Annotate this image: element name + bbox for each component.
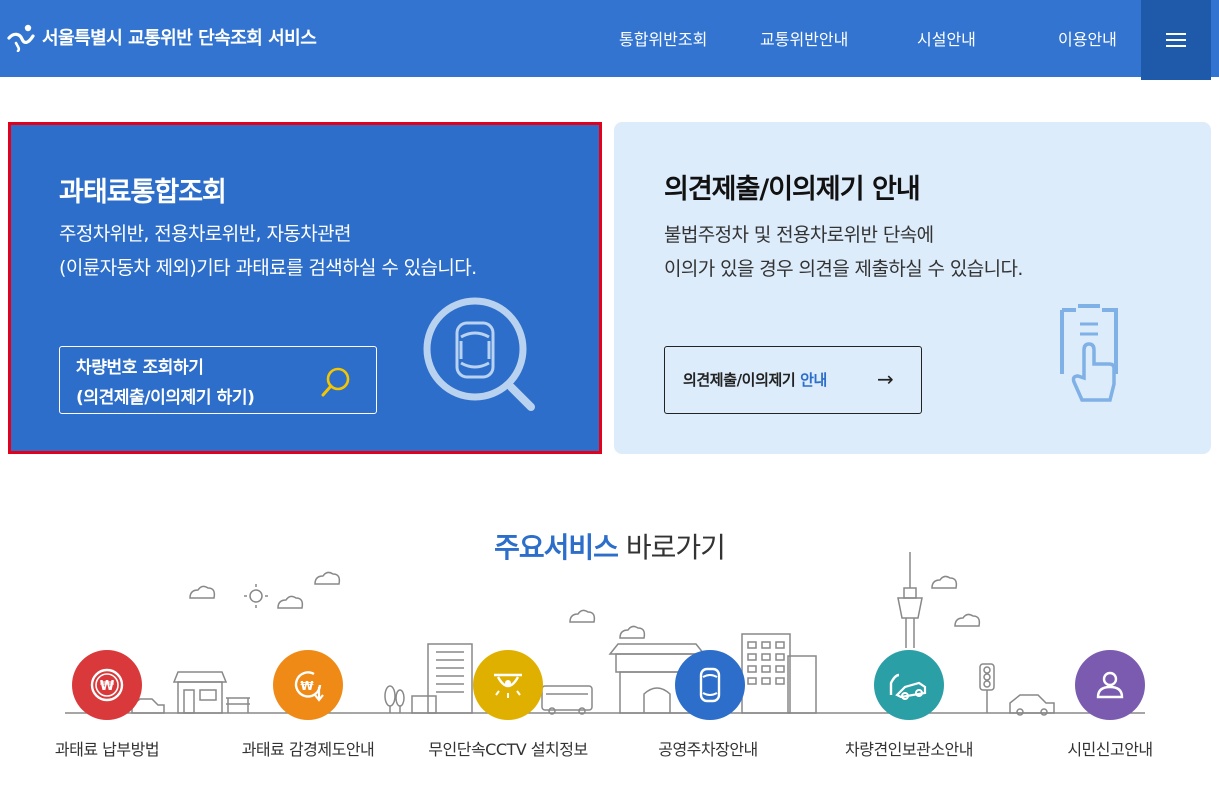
menu-button[interactable]: [1141, 0, 1211, 80]
service-circle: ₩: [273, 650, 343, 720]
seoul-logo-icon: [7, 24, 35, 52]
fine-search-card: 과태료통합조회 주정차위반, 전용차로위반, 자동차관련 (이륜자동차 제외)기…: [8, 122, 602, 454]
service-label: 공영주차장안내: [658, 740, 758, 759]
fine-search-description: 주정차위반, 전용차로위반, 자동차관련 (이륜자동차 제외)기타 과태료를 검…: [59, 217, 477, 285]
service-label: 차량견인보관소안내: [845, 740, 973, 759]
svg-text:₩: ₩: [300, 679, 314, 693]
clipboard-touch-icon: [1060, 304, 1118, 402]
service-label: 무인단속CCTV 설치정보: [428, 740, 588, 759]
service-label: 과태료 납부방법: [54, 740, 160, 759]
desc-line: 이의가 있을 경우 의견을 제출하실 수 있습니다.: [664, 258, 1023, 280]
service-circle: [473, 650, 543, 720]
parking-car-icon: [699, 667, 721, 703]
search-icon: [321, 367, 350, 397]
button-line: (의견제출/이의제기 하기): [76, 388, 255, 408]
button-line: 차량번호 조회하기: [76, 358, 204, 378]
service-label: 과태료 감경제도안내: [241, 740, 375, 759]
arrow-right-icon: →: [877, 367, 894, 391]
search-button-label: 차량번호 조회하기 (의견제출/이의제기 하기): [76, 353, 255, 413]
service-circle: [675, 650, 745, 720]
site-logo[interactable]: 서울특별시 교통위반 단속조회 서비스: [6, 22, 317, 52]
person-icon: [1096, 671, 1124, 699]
desc-line: 불법주정차 및 전용차로위반 단속에: [664, 224, 934, 246]
nav-violation-guide[interactable]: 교통위반안내: [760, 26, 848, 50]
top-header: 서울특별시 교통위반 단속조회 서비스 통합위반조회 교통위반안내 시설안내 이…: [0, 0, 1219, 80]
won-coin-icon: ₩: [90, 668, 124, 702]
vehicle-number-search-button[interactable]: 차량번호 조회하기 (의견제출/이의제기 하기): [59, 346, 377, 414]
objection-guide-title: 의견제출/이의제기 안내: [664, 174, 921, 205]
nav-integrated-lookup[interactable]: 통합위반조회: [619, 26, 707, 50]
magnifier-car-icon: [423, 297, 535, 411]
service-label: 시민신고안내: [1067, 740, 1153, 759]
svg-text:₩: ₩: [100, 679, 115, 694]
objection-guide-button[interactable]: 의견제출/이의제기 안내 →: [664, 346, 922, 414]
objection-guide-card: 의견제출/이의제기 안내 불법주정차 및 전용차로위반 단속에 이의가 있을 경…: [614, 122, 1211, 454]
objection-button-label: 의견제출/이의제기 안내: [683, 369, 827, 390]
site-title: 서울특별시 교통위반 단속조회 서비스: [42, 28, 317, 49]
tow-truck-icon: [889, 673, 927, 700]
cctv-camera-icon: [494, 673, 522, 698]
service-circle: [1075, 650, 1145, 720]
city-skyline-illustration: [65, 552, 1145, 716]
desc-line: 주정차위반, 전용차로위반, 자동차관련: [59, 223, 351, 245]
button-text: 의견제출/이의제기: [683, 371, 801, 389]
objection-guide-description: 불법주정차 및 전용차로위반 단속에 이의가 있을 경우 의견을 제출하실 수 …: [664, 218, 1023, 286]
service-circle: [874, 650, 944, 720]
fine-search-title: 과태료통합조회: [59, 177, 227, 208]
won-discount-icon: ₩: [294, 671, 324, 702]
desc-line: (이륜자동차 제외)기타 과태료를 검색하실 수 있습니다.: [59, 257, 477, 279]
nav-usage-guide[interactable]: 이용안내: [1058, 26, 1117, 50]
nav-facility-guide[interactable]: 시설안내: [917, 26, 976, 50]
hamburger-menu-icon: [1166, 33, 1186, 47]
service-circle: ₩: [72, 650, 142, 720]
button-accent-text: 안내: [800, 371, 827, 389]
